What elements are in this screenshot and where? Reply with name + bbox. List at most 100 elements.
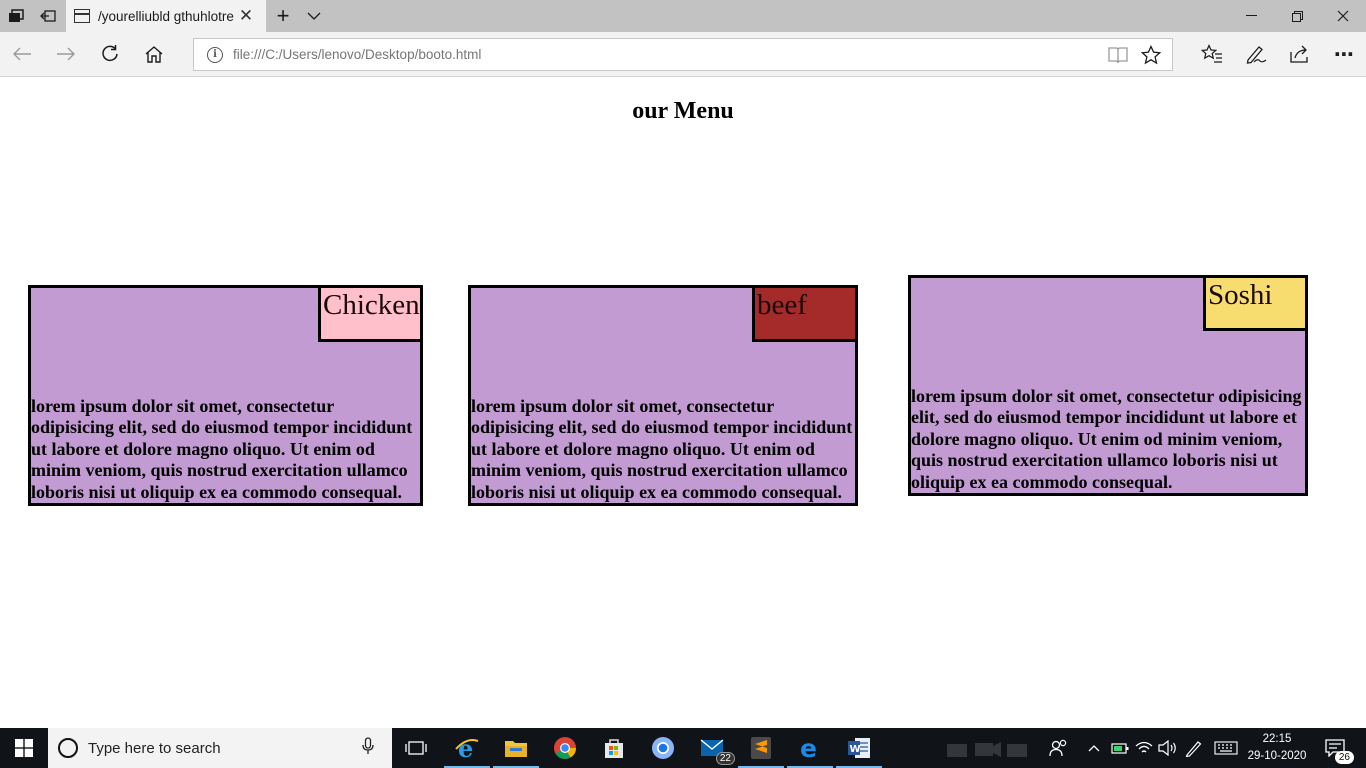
menu-card-soshi: Soshi lorem ipsum dolor sit omet, consec… [908,275,1308,496]
cortana-icon [58,738,78,758]
share-button[interactable] [1278,32,1322,76]
taskbar-chrome-profile[interactable] [648,733,678,763]
people-icon [1049,739,1067,757]
svg-text:W: W [850,744,861,755]
set-aside-icon [40,10,56,22]
new-tab-button[interactable]: + [268,0,298,32]
menu-card-beef: beef lorem ipsum dolor sit omet, consect… [468,285,858,506]
tab-title: /yourelliubld gthuhlotre [98,8,234,24]
home-icon [145,46,163,63]
action-center-button[interactable]: 26 [1318,728,1354,768]
sublime-text-icon [751,737,771,759]
battery-icon [1111,743,1129,754]
taskbar-mail[interactable]: 22 [697,733,735,765]
minimize-icon [1245,15,1257,16]
forward-button[interactable] [44,32,88,76]
card-tag-soshi: Soshi [1203,275,1308,331]
pen-icon [1246,46,1267,64]
people-button[interactable] [1046,728,1072,768]
address-bar[interactable]: i file:///C:/Users/lenovo/Desktop/booto.… [193,38,1173,71]
back-button[interactable] [0,32,44,76]
svg-text:e: e [800,735,817,761]
tab-close-icon[interactable]: ✕ [234,6,258,26]
battery-indicator[interactable] [1108,728,1132,768]
folder-icon [505,741,527,757]
task-view-icon [405,741,427,755]
chevron-up-icon [1088,745,1100,752]
show-hidden-icons-button[interactable] [1084,728,1104,768]
card-description: lorem ipsum dolor sit omet, consectetur … [31,395,413,502]
edge-icon: e [800,735,817,761]
close-icon [1337,10,1349,22]
tab-manager-button[interactable] [0,0,32,32]
taskbar-store[interactable] [599,733,629,763]
favorites-hub-button[interactable] [1190,32,1234,76]
system-clock[interactable]: 22:15 29-10-2020 [1244,731,1310,765]
taskbar-sublime-text[interactable] [738,733,784,768]
notes-button[interactable] [1234,32,1278,76]
navigation-bar: i file:///C:/Users/lenovo/Desktop/booto.… [0,32,1366,77]
store-bag-icon [605,739,623,758]
page-title: our Menu [632,98,734,124]
taskbar-chrome[interactable] [550,733,580,763]
tab-active[interactable]: /yourelliubld gthuhlotre ✕ [66,0,266,32]
clock-date: 29-10-2020 [1247,750,1307,762]
search-placeholder[interactable]: Type here to search [88,740,362,757]
taskbar-internet-explorer[interactable]: e [444,733,490,768]
home-button[interactable] [132,32,176,76]
restore-button[interactable] [1274,0,1320,32]
card-description: lorem ipsum dolor sit omet, consectetur … [911,385,1302,492]
refresh-button[interactable] [88,32,132,76]
word-icon: W [848,738,870,758]
chevron-down-icon [307,12,321,20]
svg-text:e: e [458,735,473,761]
more-menu-button[interactable]: ⋯ [1322,32,1366,76]
taskbar-search[interactable]: Type here to search [48,728,392,768]
card-description: lorem ipsum dolor sit omet, consectetur … [471,395,853,502]
share-icon [1290,45,1308,63]
info-icon[interactable]: i [207,46,223,63]
url-text[interactable]: file:///C:/Users/lenovo/Desktop/booto.ht… [233,47,481,62]
page-content: our Menu Chicken lorem ipsum dolor sit o… [0,78,1366,728]
restore-icon [1291,10,1303,22]
menu-card-chicken: Chicken lorem ipsum dolor sit omet, cons… [28,285,423,506]
tab-list-button[interactable] [300,0,328,32]
network-indicator[interactable] [1132,728,1156,768]
microphone-icon[interactable] [362,736,392,760]
wifi-icon [1135,741,1153,753]
minimize-button[interactable] [1228,0,1274,32]
mail-unread-badge: 22 [715,752,735,765]
start-button[interactable] [0,728,48,768]
arrow-left-icon [13,47,31,61]
windows-logo-icon [15,739,33,757]
camera-icon [947,742,1027,757]
tabs-aside-icon [9,9,24,22]
set-tabs-aside-button[interactable] [32,0,64,32]
close-window-button[interactable] [1320,0,1366,32]
pen-workspace-button[interactable] [1182,728,1206,768]
keyboard-icon [1214,741,1238,755]
chrome-icon [554,737,576,759]
refresh-icon [102,45,118,62]
card-tag-beef: beef [752,285,858,342]
card-tag-chicken: Chicken [318,285,423,342]
taskbar-file-explorer[interactable] [493,733,539,768]
reading-view-icon[interactable] [1108,46,1128,69]
pen-workspace-icon [1185,741,1202,757]
notification-count-badge: 26 [1334,751,1354,764]
task-view-button[interactable] [401,733,431,763]
taskbar-word[interactable]: W [836,733,882,768]
volume-indicator[interactable] [1156,728,1180,768]
internet-explorer-icon: e [455,735,479,761]
clock-time: 22:15 [1262,733,1292,745]
taskbar-edge[interactable]: e [787,733,833,768]
speaker-icon [1158,740,1176,756]
desktop-toolbar-icons [940,728,1040,768]
page-icon [74,9,90,23]
chrome-app-icon [652,737,674,759]
favorite-star-icon[interactable] [1140,44,1162,70]
touch-keyboard-button[interactable] [1212,728,1240,768]
favorites-list-icon [1201,44,1222,63]
taskbar: Type here to search e 22 e W 22:15 29-10… [0,728,1366,768]
arrow-right-icon [57,47,75,61]
